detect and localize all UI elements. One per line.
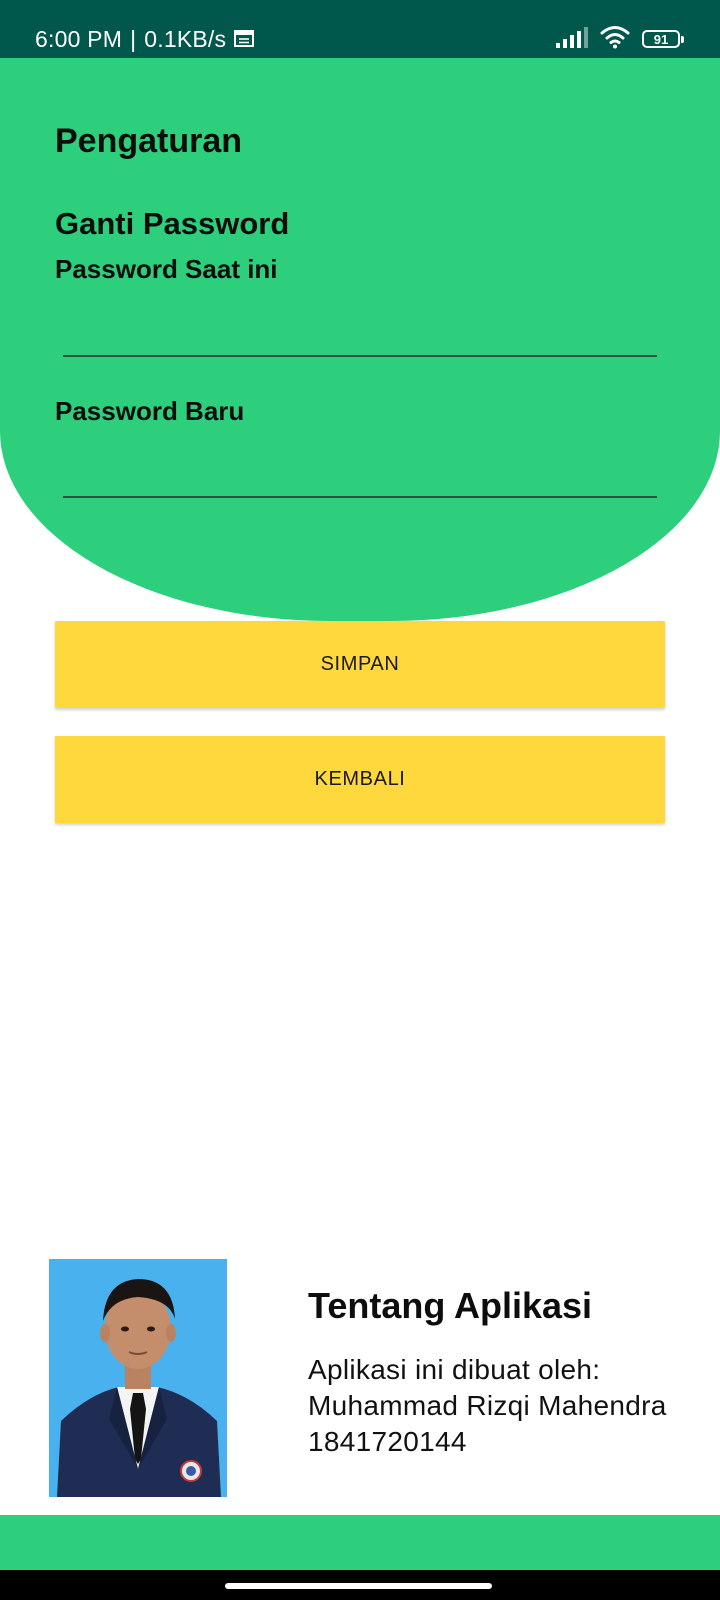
bottom-bar: [0, 1515, 720, 1570]
save-button[interactable]: SIMPAN: [55, 621, 665, 708]
status-time: 6:00 PM: [35, 25, 123, 52]
author-id: 1841720144: [308, 1426, 467, 1457]
navigation-bar: [0, 1570, 720, 1600]
new-password-input[interactable]: [63, 454, 657, 498]
about-credit-line: Aplikasi ini dibuat oleh:: [308, 1354, 601, 1385]
author-name: Muhammad Rizqi Mahendra: [308, 1390, 667, 1421]
wifi-icon: [600, 25, 630, 54]
about-title: Tentang Aplikasi: [308, 1285, 593, 1326]
new-password-label: Password Baru: [55, 396, 245, 426]
status-left: 6:00 PM | 0.1KB/s: [35, 24, 255, 54]
network-speed: 0.1KB/s: [144, 25, 227, 52]
author-photo: [49, 1259, 227, 1497]
status-bar: 6:00 PM | 0.1KB/s 91: [0, 0, 720, 58]
status-right: 91: [556, 25, 684, 54]
current-password-label: Password Saat ini: [55, 254, 278, 284]
status-separator: |: [130, 25, 137, 52]
back-button[interactable]: KEMBALI: [55, 736, 665, 823]
calendar-icon: [234, 26, 255, 53]
signal-icon: [556, 26, 588, 53]
page-title: Pengaturan: [55, 122, 243, 160]
home-indicator[interactable]: [225, 1583, 492, 1589]
battery-icon: 91: [642, 30, 684, 48]
current-password-input[interactable]: [63, 313, 657, 357]
battery-level: 91: [653, 31, 669, 47]
change-password-heading: Ganti Password: [55, 206, 290, 241]
